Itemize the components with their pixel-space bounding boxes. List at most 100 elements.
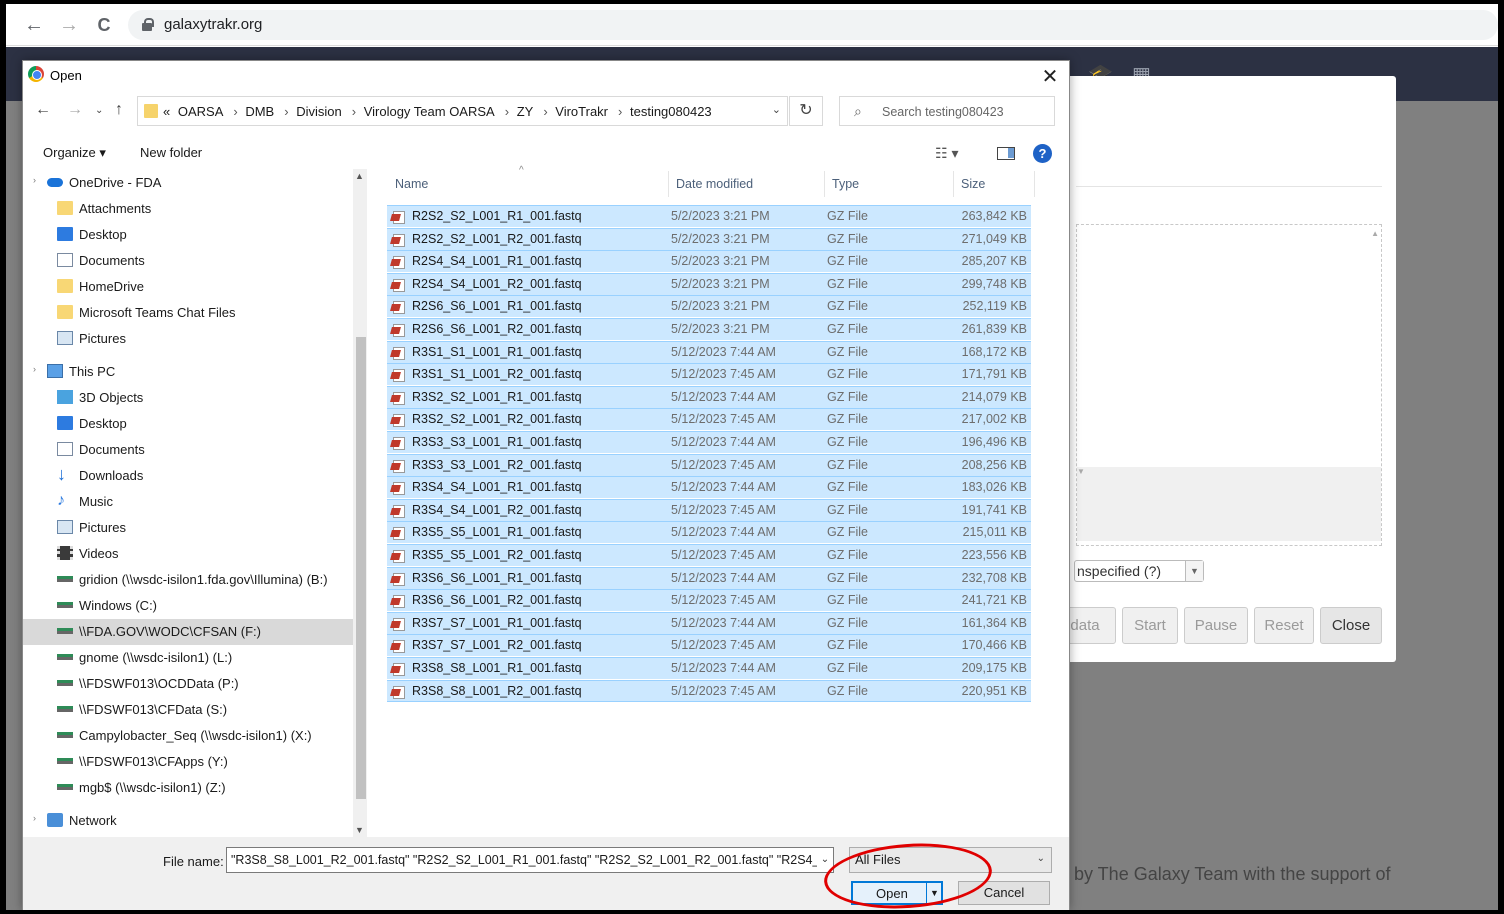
navigation-scrollbar[interactable]: ▲ ▼ — [353, 169, 367, 837]
breadcrumb-item[interactable]: ZY — [517, 104, 534, 119]
nav-item[interactable]: › This PC — [23, 359, 353, 385]
breadcrumb-item[interactable]: OARSA — [178, 104, 224, 119]
preview-pane-icon[interactable] — [997, 147, 1015, 160]
column-divider[interactable] — [824, 171, 825, 197]
file-row[interactable]: R3S7_S7_L001_R2_001.fastq 5/12/2023 7:45 … — [387, 634, 1031, 656]
nav-item[interactable]: Microsoft Teams Chat Files — [23, 300, 353, 326]
nav-item[interactable]: Pictures — [23, 515, 353, 541]
nav-item[interactable]: Desktop — [23, 411, 353, 437]
refresh-icon[interactable]: ↻ — [789, 96, 823, 126]
close-button[interactable]: Close — [1320, 607, 1382, 644]
breadcrumb[interactable]: « OARSA › DMB › Division › Virology Team OA… — [137, 96, 788, 126]
back-icon[interactable]: ← — [22, 13, 46, 37]
nav-item[interactable]: Campylobacter_Seq (\\wsdc-isilon1) (X:) — [23, 723, 353, 749]
file-row[interactable]: R3S8_S8_L001_R1_001.fastq 5/12/2023 7:44 … — [387, 657, 1031, 679]
upload-drop-area[interactable]: ▲ ▼ — [1076, 224, 1382, 546]
file-row[interactable]: R3S6_S6_L001_R2_001.fastq 5/12/2023 7:45 … — [387, 589, 1031, 611]
expand-icon[interactable]: › — [33, 813, 36, 823]
file-row[interactable]: R3S5_S5_L001_R1_001.fastq 5/12/2023 7:44 … — [387, 521, 1031, 543]
file-row[interactable]: R3S1_S1_L001_R1_001.fastq 5/12/2023 7:44 … — [387, 341, 1031, 363]
start-button[interactable]: Start — [1122, 607, 1178, 644]
nav-item[interactable]: Desktop — [23, 222, 353, 248]
file-row[interactable]: R2S4_S4_L001_R1_001.fastq 5/2/2023 3:21 P… — [387, 250, 1031, 272]
column-type[interactable]: Type — [832, 177, 859, 191]
file-row[interactable]: R3S2_S2_L001_R1_001.fastq 5/12/2023 7:44 … — [387, 386, 1031, 408]
file-row[interactable]: R3S8_S8_L001_R2_001.fastq 5/12/2023 7:45 … — [387, 680, 1031, 702]
file-row[interactable]: R3S5_S5_L001_R2_001.fastq 5/12/2023 7:45 … — [387, 544, 1031, 566]
close-icon[interactable]: ✕ — [1039, 64, 1061, 89]
address-bar[interactable]: galaxytrakr.org — [128, 10, 1498, 40]
expand-icon[interactable]: › — [33, 175, 36, 185]
pause-button[interactable]: Pause — [1184, 607, 1248, 644]
reload-icon[interactable]: C — [92, 13, 116, 37]
file-row[interactable]: R2S2_S2_L001_R2_001.fastq 5/2/2023 3:21 P… — [387, 228, 1031, 250]
nav-item[interactable]: Windows (C:) — [23, 593, 353, 619]
column-name[interactable]: Name — [395, 177, 428, 191]
nav-item[interactable]: \\FDSWF013\OCDData (P:) — [23, 671, 353, 697]
new-folder-button[interactable]: New folder — [140, 145, 202, 160]
file-row[interactable]: R2S4_S4_L001_R2_001.fastq 5/2/2023 3:21 P… — [387, 273, 1031, 295]
nav-item[interactable]: HomeDrive — [23, 274, 353, 300]
breadcrumb-overflow[interactable]: « — [163, 104, 170, 119]
file-row[interactable]: R3S7_S7_L001_R1_001.fastq 5/12/2023 7:44 … — [387, 612, 1031, 634]
column-divider[interactable] — [1034, 171, 1035, 197]
nav-item[interactable]: ♪ Music — [23, 489, 353, 515]
file-row[interactable]: R3S4_S4_L001_R1_001.fastq 5/12/2023 7:44 … — [387, 476, 1031, 498]
recent-locations-icon[interactable]: ⌄ — [95, 105, 103, 116]
up-icon[interactable]: ↑ — [115, 101, 123, 119]
nav-item[interactable]: Documents — [23, 248, 353, 274]
column-divider[interactable] — [668, 171, 669, 197]
view-options-icon[interactable]: ☷ ▾ — [935, 145, 958, 162]
file-row[interactable]: R3S4_S4_L001_R2_001.fastq 5/12/2023 7:45 … — [387, 499, 1031, 521]
nav-item[interactable]: \\FDA.GOV\WODC\CFSAN (F:) — [23, 619, 353, 645]
scroll-up-icon[interactable]: ▲ — [1371, 229, 1379, 238]
forward-icon[interactable]: → — [57, 13, 81, 37]
nav-item[interactable]: Attachments — [23, 196, 353, 222]
scrollbar-thumb[interactable] — [356, 337, 366, 799]
nav-item[interactable]: Pictures — [23, 326, 353, 352]
file-row[interactable]: R3S2_S2_L001_R2_001.fastq 5/12/2023 7:45 … — [387, 408, 1031, 430]
file-row[interactable]: R2S6_S6_L001_R2_001.fastq 5/2/2023 3:21 P… — [387, 318, 1031, 340]
file-row[interactable]: R3S6_S6_L001_R1_001.fastq 5/12/2023 7:44 … — [387, 567, 1031, 589]
drive-icon — [57, 758, 73, 764]
forward-icon[interactable]: → — [67, 101, 83, 119]
file-name-input[interactable]: "R3S8_S8_L001_R2_001.fastq" "R2S2_S2_L00… — [226, 847, 834, 873]
file-row[interactable]: R3S3_S3_L001_R2_001.fastq 5/12/2023 7:45 … — [387, 454, 1031, 476]
breadcrumb-item[interactable]: Virology Team OARSA — [364, 104, 495, 119]
scroll-down-icon[interactable]: ▼ — [1077, 467, 1381, 541]
nav-item[interactable]: mgb$ (\\wsdc-isilon1) (Z:) — [23, 775, 353, 801]
help-icon[interactable]: ? — [1033, 144, 1052, 163]
breadcrumb-item[interactable]: DMB — [245, 104, 274, 119]
nav-item[interactable]: Videos — [23, 541, 353, 567]
scroll-down-icon[interactable]: ▼ — [355, 825, 364, 835]
breadcrumb-item[interactable]: ViroTrakr — [555, 104, 608, 119]
breadcrumb-item[interactable]: Division — [296, 104, 342, 119]
scroll-up-icon[interactable]: ▲ — [355, 171, 364, 181]
drive-icon — [57, 784, 73, 790]
nav-item[interactable]: Documents — [23, 437, 353, 463]
nav-item[interactable]: › OneDrive - FDA — [23, 170, 353, 196]
nav-item[interactable]: \\FDSWF013\CFData (S:) — [23, 697, 353, 723]
back-icon[interactable]: ← — [35, 101, 51, 119]
nav-item[interactable]: gridion (\\wsdc-isilon1.fda.gov\Illumina… — [23, 567, 353, 593]
expand-icon[interactable]: › — [33, 364, 36, 374]
nav-item[interactable]: \\FDSWF013\CFApps (Y:) — [23, 749, 353, 775]
nav-item[interactable]: › Network — [23, 808, 353, 834]
file-row[interactable]: R2S2_S2_L001_R1_001.fastq 5/2/2023 3:21 P… — [387, 205, 1031, 227]
nav-item[interactable]: gnome (\\wsdc-isilon1) (L:) — [23, 645, 353, 671]
file-row[interactable]: R3S3_S3_L001_R1_001.fastq 5/12/2023 7:44 … — [387, 431, 1031, 453]
file-row[interactable]: R2S6_S6_L001_R1_001.fastq 5/2/2023 3:21 P… — [387, 295, 1031, 317]
search-input[interactable]: ⌕ Search testing080423 — [839, 96, 1055, 126]
column-size[interactable]: Size — [961, 177, 985, 191]
column-divider[interactable] — [953, 171, 954, 197]
organize-menu[interactable]: Organize ▾ — [43, 145, 106, 161]
genome-select[interactable]: nspecified (?) ▼ — [1074, 560, 1204, 582]
file-row[interactable]: R3S1_S1_L001_R2_001.fastq 5/12/2023 7:45 … — [387, 363, 1031, 385]
nav-item[interactable]: 3D Objects — [23, 385, 353, 411]
chevron-down-icon[interactable]: ⌄ — [772, 103, 781, 116]
breadcrumb-item[interactable]: testing080423 — [630, 104, 712, 119]
nav-item-label: Desktop — [79, 227, 127, 242]
reset-button[interactable]: Reset — [1254, 607, 1314, 644]
column-date-modified[interactable]: Date modified — [676, 177, 753, 191]
nav-item[interactable]: ↓ Downloads — [23, 463, 353, 489]
